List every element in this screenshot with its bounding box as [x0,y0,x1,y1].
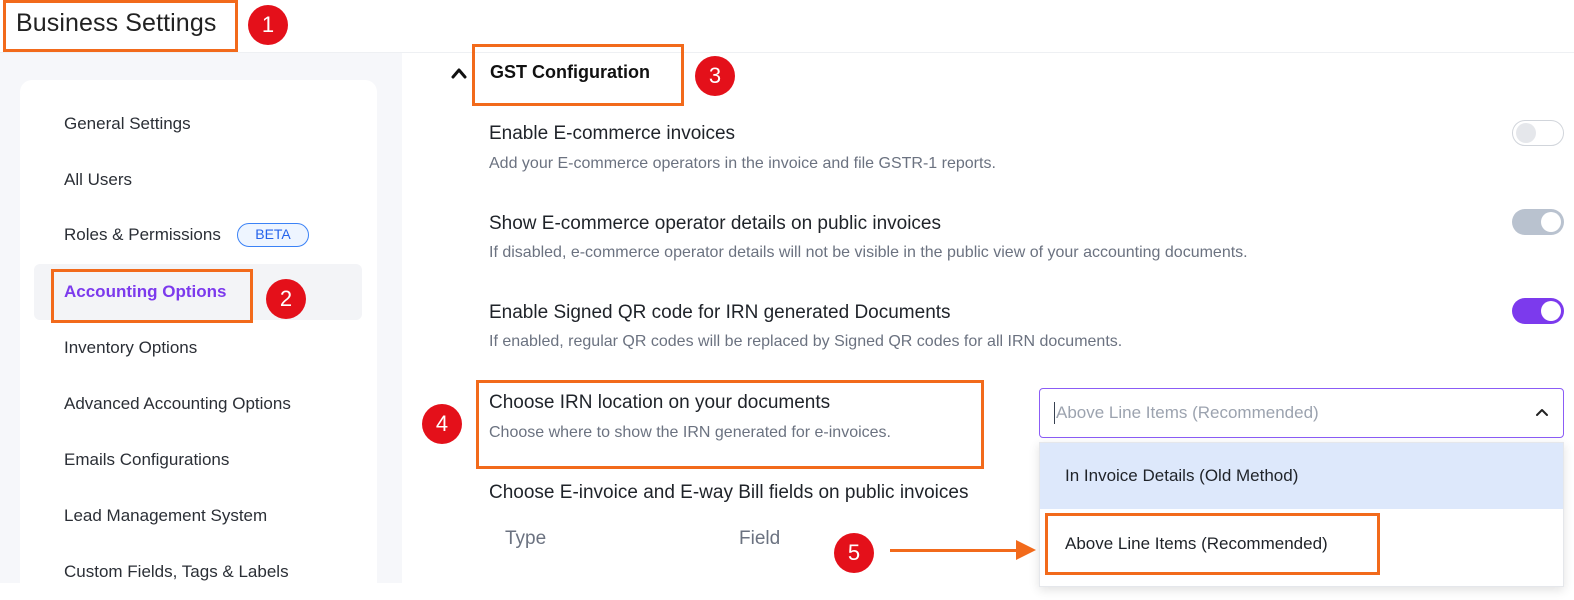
setting-title-ecommerce-invoices: Enable E-commerce invoices [489,123,736,144]
setting-title-public-invoice-fields: Choose E-invoice and E-way Bill fields o… [489,482,969,503]
sidebar-item-advanced-accounting-options[interactable]: Advanced Accounting Options [64,394,291,414]
annotation-box-3 [472,44,684,106]
column-header-field: Field [739,528,781,549]
collapse-chevron-up-icon[interactable] [450,66,468,80]
toggle-ecommerce-invoices[interactable] [1512,120,1564,146]
annotation-number-1: 1 [248,5,288,45]
setting-description-ecommerce-operator-details: If disabled, e-commerce operator details… [489,244,1248,261]
annotation-box-1 [3,0,238,52]
annotation-arrow-head [1016,540,1036,560]
setting-title-signed-qr-code: Enable Signed QR code for IRN generated … [489,302,951,323]
setting-description-signed-qr-code: If enabled, regular QR codes will be rep… [489,333,1123,350]
annotation-box-2 [51,269,253,323]
annotation-arrow-line [890,549,1020,552]
column-header-type: Type [505,528,547,549]
toggle-knob [1541,301,1561,321]
toggle-knob [1516,123,1536,143]
sidebar-item-roles-permissions[interactable]: Roles & Permissions [64,225,221,245]
beta-badge: BETA [237,223,309,247]
dropdown-option-label: In Invoice Details (Old Method) [1065,466,1299,485]
text-caret [1054,402,1055,424]
sidebar-item-lead-management-system[interactable]: Lead Management System [64,506,267,526]
annotation-box-5 [1045,513,1380,575]
irn-location-select[interactable]: Above Line Items (Recommended) [1039,388,1564,438]
toggle-knob [1541,212,1561,232]
sidebar-item-general-settings[interactable]: General Settings [64,114,191,134]
toggle-signed-qr-code[interactable] [1512,298,1564,324]
sidebar-item-custom-fields-tags-labels[interactable]: Custom Fields, Tags & Labels [64,562,289,582]
irn-location-placeholder: Above Line Items (Recommended) [1056,403,1319,422]
annotation-number-2: 2 [266,279,306,319]
dropdown-option-invoice-details[interactable]: In Invoice Details (Old Method) [1040,443,1563,509]
annotation-box-4 [476,380,984,469]
annotation-number-5: 5 [834,533,874,573]
setting-title-ecommerce-operator-details: Show E-commerce operator details on publ… [489,213,941,234]
setting-description-ecommerce-invoices: Add your E-commerce operators in the inv… [489,155,996,172]
toggle-ecommerce-operator-details[interactable] [1512,209,1564,235]
chevron-up-icon[interactable] [1535,407,1549,417]
sidebar-item-all-users[interactable]: All Users [64,170,132,190]
sidebar-item-emails-configurations[interactable]: Emails Configurations [64,450,229,470]
annotation-number-4: 4 [422,404,462,444]
sidebar-item-inventory-options[interactable]: Inventory Options [64,338,197,358]
annotation-number-3: 3 [695,56,735,96]
